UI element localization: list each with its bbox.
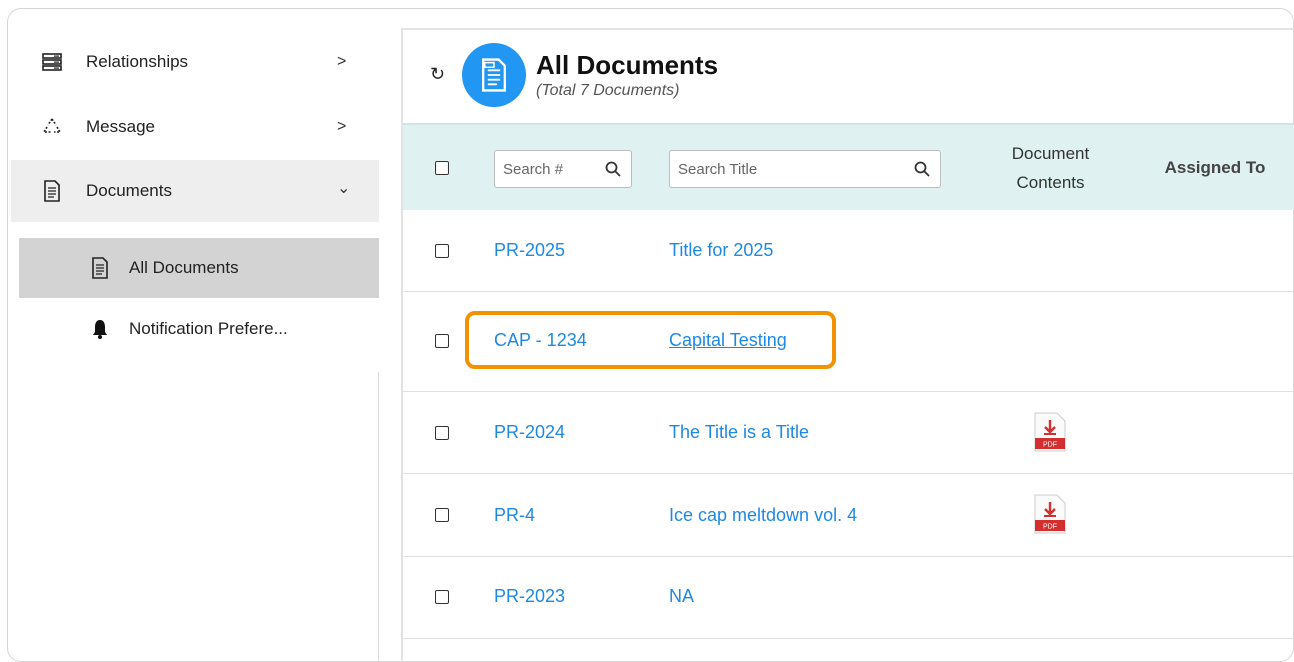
- sidebar-item-label: Documents: [86, 181, 172, 200]
- search-title-input[interactable]: Search Title: [669, 150, 941, 188]
- sidebar-item-label: All Documents: [129, 258, 239, 277]
- document-count: (Total 7 Documents): [536, 82, 680, 99]
- table-row[interactable]: PR-4 Ice cap meltdown vol. 4 PDF: [403, 474, 1294, 557]
- table-row[interactable]: PR-2025 Title for 2025: [403, 210, 1294, 292]
- sidebar-divider: [378, 372, 379, 662]
- row-checkbox[interactable]: [435, 426, 449, 440]
- document-title-link[interactable]: Capital Testing: [669, 330, 787, 351]
- search-icon: [914, 161, 930, 181]
- row-checkbox[interactable]: [435, 508, 449, 522]
- page-title: All Documents: [536, 50, 719, 80]
- table-row[interactable]: CAP - 1234 Capital Testing: [403, 292, 1294, 392]
- sidebar-item-documents[interactable]: Documents ⌄: [11, 160, 379, 222]
- table-row[interactable]: PR-2024 The Title is a Title PDF: [403, 392, 1294, 474]
- server-stack-icon: [41, 51, 63, 73]
- sidebar-item-all-documents[interactable]: All Documents: [19, 238, 379, 298]
- chevron-right-icon: >: [337, 53, 347, 70]
- search-number-input[interactable]: Search #: [494, 150, 632, 188]
- sidebar: Relationships > Message > Documents ⌄ Al…: [11, 25, 379, 662]
- document-title-link[interactable]: Ice cap meltdown vol. 4: [669, 505, 857, 526]
- sidebar-item-message[interactable]: Message >: [11, 96, 379, 158]
- pdf-download-icon[interactable]: PDF: [1033, 412, 1067, 452]
- table-header: Search # Search Title Document Contents …: [403, 123, 1294, 210]
- document-title-link[interactable]: The Title is a Title: [669, 422, 809, 443]
- refresh-icon[interactable]: ↻: [430, 64, 445, 85]
- document-icon: [89, 257, 111, 279]
- document-number-link[interactable]: PR-2023: [494, 586, 565, 607]
- document-number-link[interactable]: PR-2024: [494, 422, 565, 443]
- document-title-link[interactable]: Title for 2025: [669, 240, 773, 261]
- document-number-link[interactable]: PR-4: [494, 505, 535, 526]
- document-number-link[interactable]: PR-2025: [494, 240, 565, 261]
- row-checkbox[interactable]: [435, 590, 449, 604]
- sidebar-item-label: Message: [86, 117, 155, 136]
- sidebar-item-label: Relationships: [86, 52, 189, 71]
- search-number-placeholder: Search #: [503, 160, 564, 178]
- recycle-icon: [41, 116, 63, 138]
- documents-panel: ↻ All Documents (Total 7 Documents) Sear…: [401, 30, 1294, 662]
- pdf-download-icon[interactable]: PDF: [1033, 494, 1067, 534]
- table-row[interactable]: PR-2023 NA: [403, 557, 1294, 639]
- sidebar-item-label: Notification Prefere...: [129, 319, 288, 338]
- document-title-link[interactable]: NA: [669, 586, 694, 607]
- search-title-placeholder: Search Title: [678, 160, 758, 178]
- chevron-down-icon: ⌄: [337, 180, 351, 197]
- documents-badge-icon: [462, 43, 526, 107]
- pdf-label: PDF: [1043, 524, 1057, 531]
- document-number-link[interactable]: CAP - 1234: [494, 330, 587, 351]
- select-all-checkbox[interactable]: [435, 161, 449, 175]
- document-icon: [41, 180, 63, 202]
- chevron-right-icon: >: [337, 118, 347, 135]
- sidebar-item-relationships[interactable]: Relationships >: [11, 31, 379, 93]
- bell-icon: [89, 318, 111, 340]
- row-checkbox[interactable]: [435, 334, 449, 348]
- column-document-contents[interactable]: Document Contents: [993, 139, 1108, 197]
- column-assigned-to[interactable]: Assigned To: [1155, 153, 1275, 182]
- row-checkbox[interactable]: [435, 244, 449, 258]
- search-icon: [605, 161, 621, 181]
- pdf-label: PDF: [1043, 442, 1057, 449]
- sidebar-item-notification-preferences[interactable]: Notification Prefere...: [19, 299, 379, 359]
